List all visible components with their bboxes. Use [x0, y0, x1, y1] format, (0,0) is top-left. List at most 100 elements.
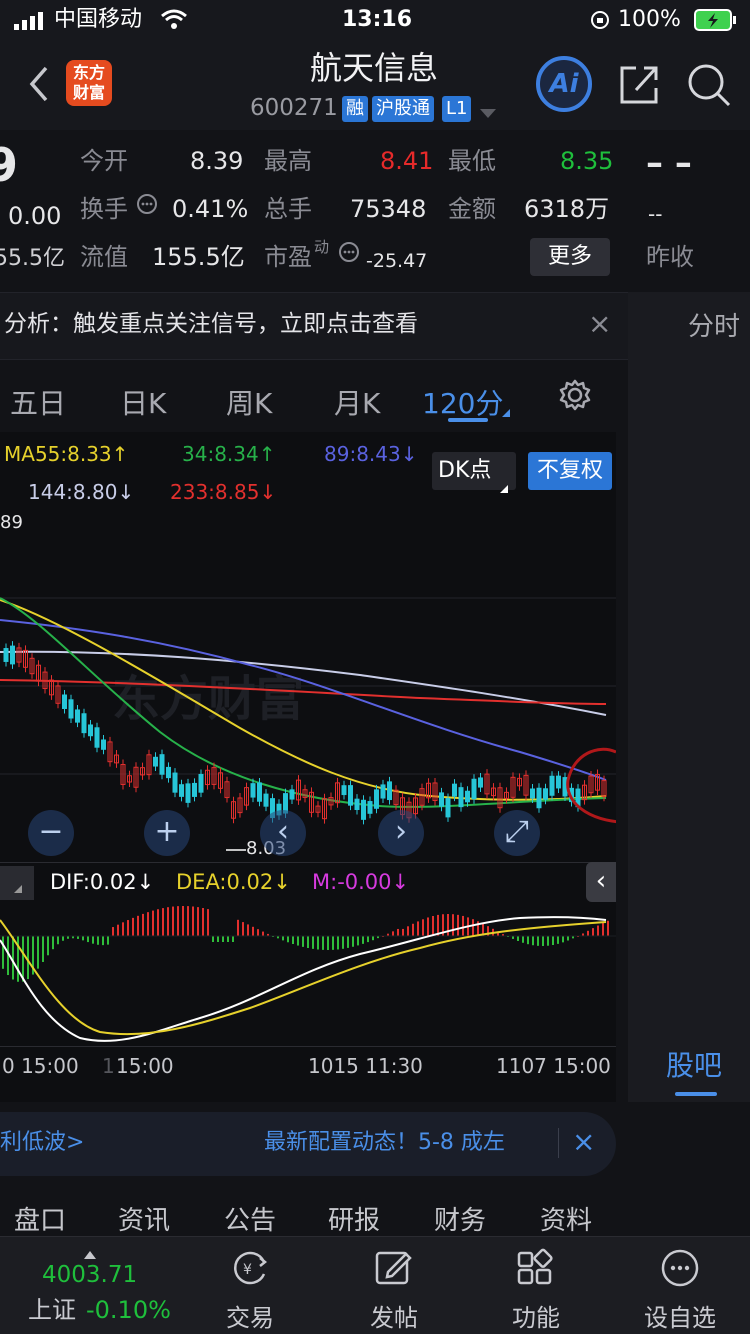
info-icon[interactable]: [136, 193, 158, 219]
ai-button[interactable]: Ai: [536, 56, 592, 112]
tabbar-trade[interactable]: 交易: [226, 1298, 274, 1333]
macd-bar: [327, 936, 329, 950]
eastmoney-logo[interactable]: 东方 财富: [66, 60, 112, 106]
candle: [380, 784, 386, 799]
side-tab-guba[interactable]: 股吧: [666, 1052, 722, 1080]
tab-week-k[interactable]: 周K: [226, 382, 272, 422]
guba-underline: [675, 1092, 717, 1096]
carrier-text: 中国移动: [54, 7, 143, 32]
macd-bar: [412, 923, 414, 936]
subtab-finance[interactable]: 财务: [434, 1208, 486, 1234]
collapse-panel-button[interactable]: ‹: [586, 862, 616, 902]
pan-right-button[interactable]: ›: [378, 810, 424, 856]
macd-bar: [532, 936, 534, 946]
tab-five-day[interactable]: 五日: [10, 382, 66, 422]
macd-bar: [102, 936, 104, 946]
tab-120-min[interactable]: 120分: [422, 382, 503, 422]
value-turnover: 0.41%: [172, 195, 249, 223]
tabbar-add-watchlist[interactable]: 设自选: [644, 1298, 716, 1333]
index-value[interactable]: 4003.71: [42, 1264, 137, 1287]
macd-bar: [432, 915, 434, 936]
banner-close-icon[interactable]: ×: [588, 310, 611, 338]
candle: [68, 699, 74, 719]
candle: [348, 785, 353, 806]
subtab-announcements[interactable]: 公告: [224, 1208, 276, 1234]
grid-icon[interactable]: [516, 1248, 556, 1288]
label-high: 最高: [264, 147, 312, 175]
value-open: 8.39: [190, 147, 244, 175]
ma34-legend: 34:8.34↑: [182, 442, 276, 466]
macd-bar: [247, 924, 249, 936]
logo-text-bottom: 财富: [72, 83, 105, 102]
stock-code: 600271: [250, 95, 338, 121]
candle: [556, 775, 561, 789]
kline-canvas: 东方财富: [0, 597, 616, 851]
pan-left-button[interactable]: ‹: [260, 810, 306, 856]
macd-bar: [117, 924, 119, 936]
more-circle-icon[interactable]: [660, 1248, 700, 1288]
share-icon[interactable]: [618, 62, 662, 110]
macd-bar: [112, 927, 114, 936]
index-up-arrow-icon: [84, 1244, 96, 1263]
more-button[interactable]: 更多: [530, 238, 610, 276]
macd-bar: [97, 936, 99, 945]
ma89-legend: 89:8.43↓: [324, 442, 418, 466]
candle: [445, 798, 451, 818]
mktcap-partial: 55.5亿: [0, 246, 65, 271]
macd-bar: [292, 936, 294, 945]
period-tabs: [0, 362, 628, 432]
index-change[interactable]: -0.10%: [86, 1298, 171, 1322]
macd-bar: [552, 936, 554, 946]
search-icon[interactable]: [686, 62, 732, 112]
macd-bar: [222, 936, 224, 942]
side-tab-fenshi[interactable]: 分时: [688, 314, 740, 340]
dropdown-icon[interactable]: [480, 104, 496, 123]
back-icon[interactable]: [26, 64, 50, 108]
macd-bar: [542, 936, 544, 946]
subtab-news[interactable]: 资讯: [118, 1208, 170, 1234]
subtab-pankou[interactable]: 盘口: [14, 1208, 66, 1234]
fullscreen-button[interactable]: ⤢: [494, 810, 540, 856]
subtab-profile[interactable]: 资料: [540, 1208, 592, 1234]
price-partial: 9: [0, 138, 19, 192]
macd-bar: [372, 936, 374, 941]
no-adjust-button[interactable]: 不复权: [528, 452, 612, 490]
macd-bar: [332, 936, 334, 950]
gear-icon[interactable]: [558, 378, 592, 416]
tabbar-functions[interactable]: 功能: [512, 1298, 560, 1333]
macd-bar: [422, 919, 424, 936]
subtab-research[interactable]: 研报: [328, 1208, 380, 1234]
candle: [257, 782, 262, 802]
zoom-out-button[interactable]: −: [28, 810, 74, 856]
yen-refresh-icon[interactable]: ¥: [230, 1248, 270, 1288]
macd-bar: [462, 915, 464, 936]
macd-bar: [447, 914, 449, 936]
pe-info-icon[interactable]: [338, 241, 360, 267]
tab-day-k[interactable]: 日K: [120, 382, 166, 422]
tabbar-post[interactable]: 发帖: [370, 1298, 418, 1333]
tab-month-k[interactable]: 月K: [334, 382, 380, 422]
axis-divider: [0, 1046, 616, 1047]
macd-bar: [472, 919, 474, 936]
macd-bar: [157, 909, 159, 936]
macd-bar: [22, 936, 24, 982]
index-name[interactable]: 上证: [28, 1298, 76, 1322]
value-high: 8.41: [380, 147, 434, 175]
svg-text:¥: ¥: [243, 1262, 252, 1278]
indicator-dropdown-icon: [14, 878, 22, 897]
macd-bar: [537, 936, 539, 946]
candle: [361, 799, 366, 820]
macd-bar: [142, 913, 144, 936]
macd-bar: [132, 917, 134, 936]
label-volume: 总手: [264, 195, 312, 223]
edit-icon[interactable]: [374, 1248, 414, 1288]
macd-bar: [522, 936, 524, 943]
promo-close-icon[interactable]: ×: [572, 1128, 595, 1156]
zoom-in-button[interactable]: +: [144, 810, 190, 856]
macd-bar: [517, 936, 519, 942]
macd-bar: [602, 923, 604, 936]
macd-bar: [457, 914, 459, 936]
macd-bar: [547, 936, 549, 946]
macd-m: M:-0.00↓: [312, 870, 410, 894]
macd-bar: [592, 928, 594, 936]
